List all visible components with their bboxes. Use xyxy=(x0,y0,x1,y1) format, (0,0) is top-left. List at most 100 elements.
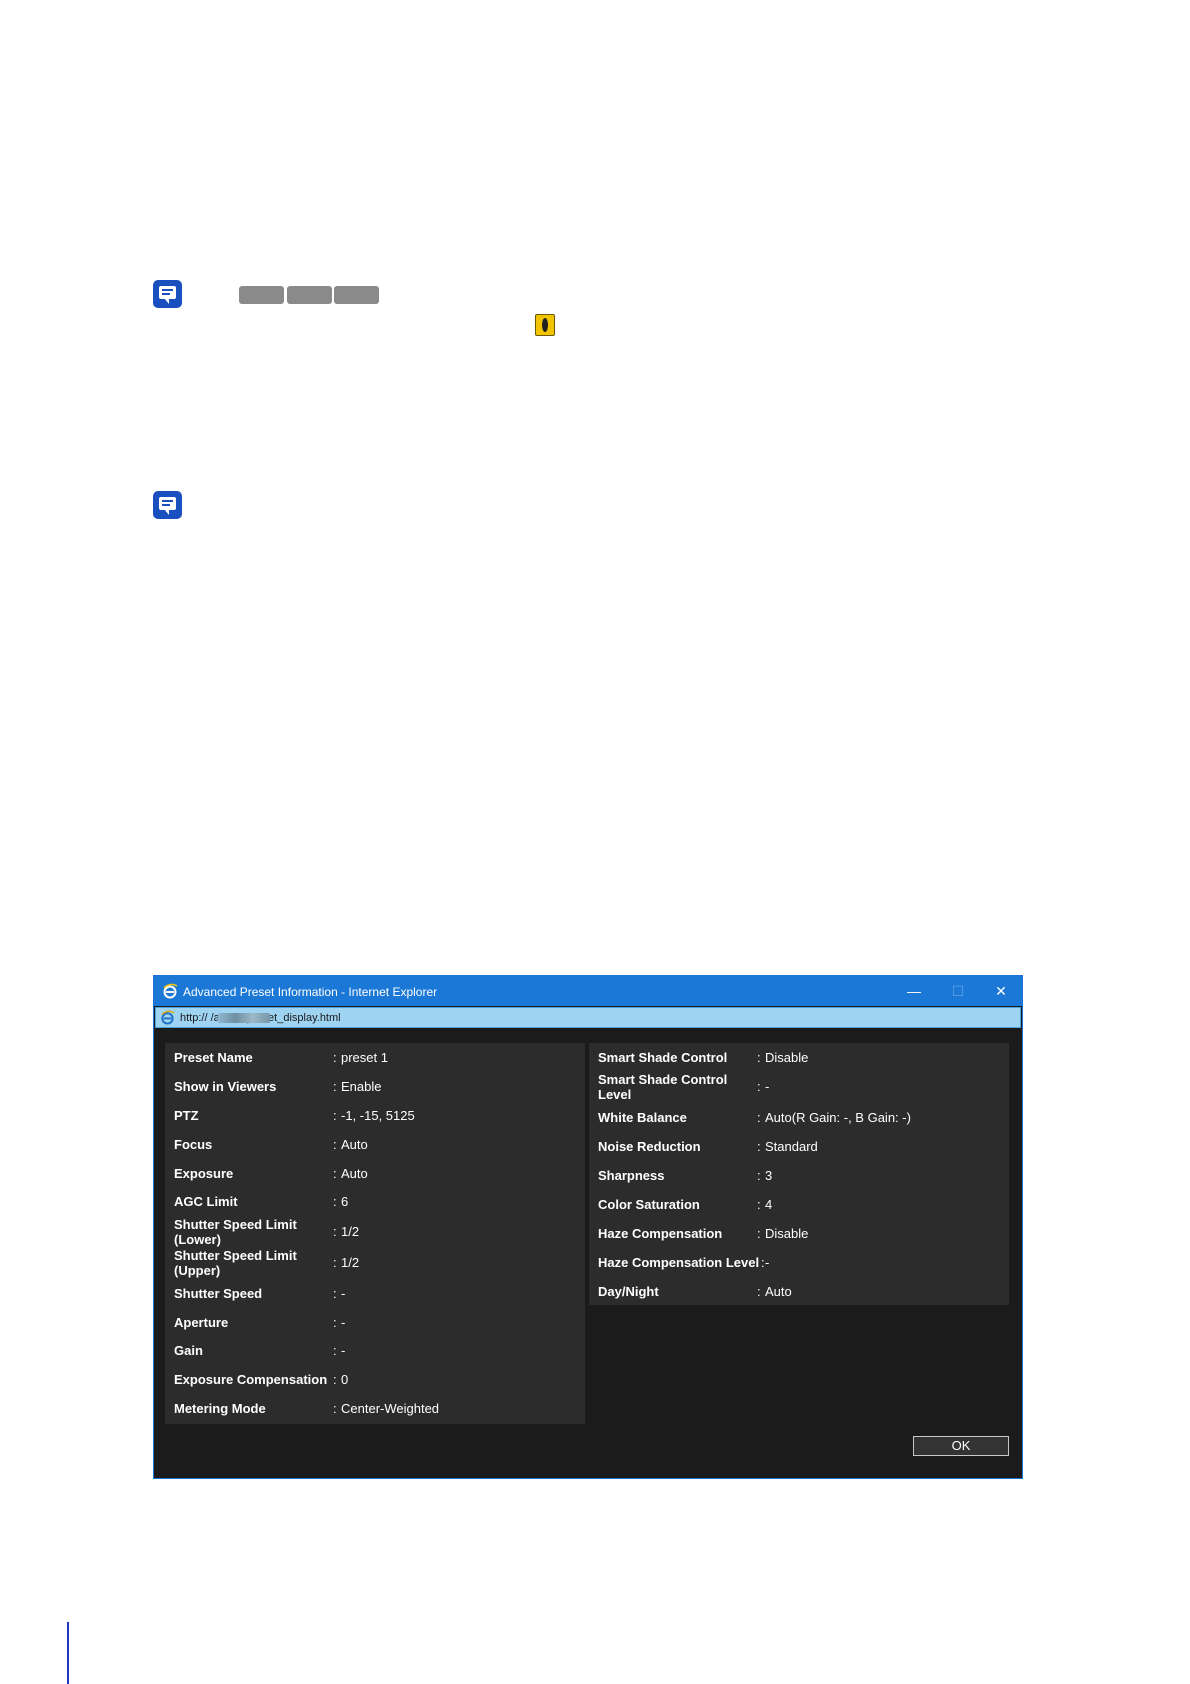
setting-value: 1/2 xyxy=(341,1224,360,1239)
setting-value: 6 xyxy=(341,1194,349,1209)
setting-colon: : xyxy=(757,1139,761,1154)
setting-colon: : xyxy=(757,1284,761,1299)
window-title: Advanced Preset Information - Internet E… xyxy=(183,985,438,999)
left-settings-panel: Preset Name : preset 1 Show in Viewers :… xyxy=(165,1043,585,1424)
setting-row: Exposure Compensation : 0 xyxy=(165,1372,585,1401)
setting-value: 0 xyxy=(341,1372,349,1387)
setting-value: Center-Weighted xyxy=(341,1401,440,1416)
setting-row: Gain : - xyxy=(165,1343,585,1372)
key-graphic xyxy=(334,286,379,304)
setting-label: Smart Shade Control Level xyxy=(598,1072,728,1102)
setting-colon: : xyxy=(333,1137,337,1152)
setting-row: White Balance : Auto(R Gain: -, B Gain: … xyxy=(589,1110,1009,1139)
setting-row: Show in Viewers : Enable xyxy=(165,1079,585,1108)
setting-value: Disable xyxy=(765,1050,809,1065)
setting-value: - xyxy=(341,1315,346,1330)
setting-colon: : xyxy=(333,1401,337,1416)
key-graphic xyxy=(239,286,284,304)
setting-colon: : xyxy=(333,1108,337,1123)
setting-label: Haze Compensation Level xyxy=(598,1255,760,1270)
setting-label: PTZ xyxy=(174,1108,199,1123)
setting-row: Smart Shade Control Level : - xyxy=(589,1072,1009,1103)
setting-value: Standard xyxy=(765,1139,818,1154)
setting-row: Preset Name : preset 1 xyxy=(165,1050,585,1079)
ie-icon xyxy=(161,1010,175,1025)
setting-colon: : xyxy=(333,1079,337,1094)
setting-label: Sharpness xyxy=(598,1168,665,1183)
setting-colon: : xyxy=(333,1166,337,1181)
note-icon xyxy=(153,491,182,519)
setting-value: 1/2 xyxy=(341,1255,360,1270)
setting-row: Shutter Speed : - xyxy=(165,1286,585,1315)
setting-colon: : xyxy=(757,1226,761,1241)
setting-label: Color Saturation xyxy=(598,1197,700,1212)
setting-row: Sharpness : 3 xyxy=(589,1168,1009,1197)
minimize-button[interactable]: — xyxy=(903,981,925,1001)
setting-row: Haze Compensation Level : - xyxy=(589,1255,1009,1284)
setting-row: PTZ : -1, -15, 5125 xyxy=(165,1108,585,1137)
setting-colon: : xyxy=(757,1168,761,1183)
right-settings-panel: Smart Shade Control : Disable Smart Shad… xyxy=(589,1043,1009,1305)
ok-button[interactable]: OK xyxy=(913,1436,1009,1456)
setting-colon: : xyxy=(757,1197,761,1212)
setting-value: Auto xyxy=(341,1166,368,1181)
setting-value: Auto xyxy=(765,1284,792,1299)
note-icon xyxy=(153,280,182,308)
preset-info-window: Advanced Preset Information - Internet E… xyxy=(153,975,1023,1479)
setting-label: Exposure xyxy=(174,1166,234,1181)
setting-row: Aperture : - xyxy=(165,1315,585,1344)
setting-colon: : xyxy=(333,1343,337,1358)
setting-label: Gain xyxy=(174,1343,203,1358)
setting-value: Disable xyxy=(765,1226,809,1241)
setting-value: 3 xyxy=(765,1168,773,1183)
setting-value: - xyxy=(765,1079,770,1094)
ie-icon xyxy=(163,983,178,999)
setting-row: Exposure : Auto xyxy=(165,1166,585,1195)
setting-row: Day/Night : Auto xyxy=(589,1284,1009,1313)
setting-row: Shutter Speed Limit (Lower) : 1/2 xyxy=(165,1217,585,1248)
setting-colon: : xyxy=(333,1255,337,1270)
setting-label: Shutter Speed xyxy=(174,1286,263,1301)
maximize-button[interactable]: ☐ xyxy=(947,981,969,1001)
setting-label: Shutter Speed Limit (Upper) xyxy=(174,1248,297,1278)
setting-value: Auto xyxy=(341,1137,368,1152)
key-graphic xyxy=(287,286,332,304)
setting-value: - xyxy=(765,1255,770,1270)
setting-value: Enable xyxy=(341,1079,382,1094)
title-bar[interactable]: Advanced Preset Information - Internet E… xyxy=(154,976,1022,1006)
warning-icon xyxy=(535,314,555,336)
setting-value: Auto(R Gain: -, B Gain: -) xyxy=(765,1110,911,1125)
setting-row: Metering Mode : Center-Weighted xyxy=(165,1401,585,1430)
margin-rule xyxy=(67,1622,69,1684)
setting-label: Noise Reduction xyxy=(598,1139,701,1154)
setting-row: Focus : Auto xyxy=(165,1137,585,1166)
setting-row: Noise Reduction : Standard xyxy=(589,1139,1009,1168)
address-bar[interactable]: http:// /admin/preset_display.html xyxy=(155,1007,1021,1028)
setting-colon: : xyxy=(333,1372,337,1387)
setting-colon: : xyxy=(333,1315,337,1330)
setting-label: Day/Night xyxy=(598,1284,659,1299)
close-button[interactable]: ✕ xyxy=(990,981,1012,1001)
setting-value: - xyxy=(341,1286,346,1301)
setting-value: - xyxy=(341,1343,346,1358)
document-page: Advanced Preset Information - Internet E… xyxy=(0,0,1190,1684)
setting-label: Exposure Compensation xyxy=(174,1372,328,1387)
setting-colon: : xyxy=(333,1224,337,1239)
setting-colon: : xyxy=(757,1110,761,1125)
setting-colon: : xyxy=(757,1079,761,1094)
setting-label: Shutter Speed Limit (Lower) xyxy=(174,1217,297,1247)
setting-label: Smart Shade Control xyxy=(598,1050,728,1065)
setting-label: Metering Mode xyxy=(174,1401,266,1416)
setting-label: AGC Limit xyxy=(174,1194,238,1209)
setting-label: White Balance xyxy=(598,1110,687,1125)
setting-label: Preset Name xyxy=(174,1050,253,1065)
setting-value: -1, -15, 5125 xyxy=(341,1108,415,1123)
setting-value: 4 xyxy=(765,1197,773,1212)
setting-colon: : xyxy=(333,1194,337,1209)
setting-label: Show in Viewers xyxy=(174,1079,277,1094)
setting-value: preset 1 xyxy=(341,1050,388,1065)
setting-colon: : xyxy=(757,1050,761,1065)
setting-colon: : xyxy=(333,1286,337,1301)
setting-colon: : xyxy=(333,1050,337,1065)
setting-label: Focus xyxy=(174,1137,213,1152)
